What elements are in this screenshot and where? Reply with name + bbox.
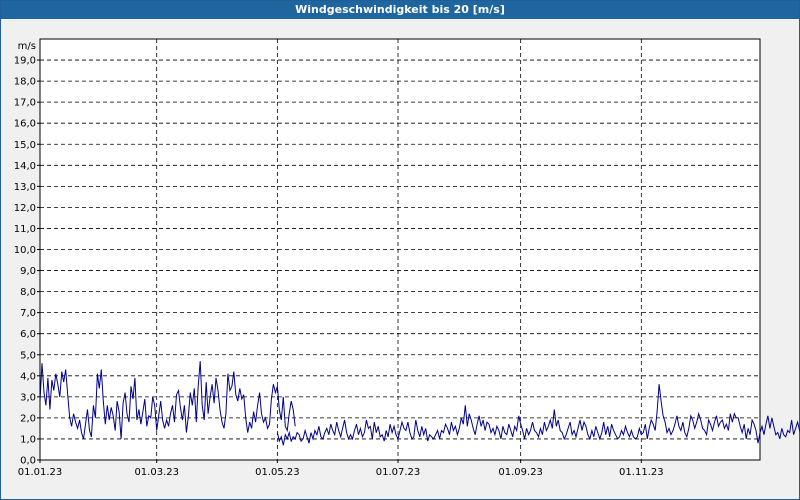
y-tick-label: 13,0 xyxy=(14,182,36,193)
y-tick-label: 11,0 xyxy=(14,224,36,235)
y-tick-label: 0,0 xyxy=(20,456,36,467)
x-tick-label: 01.11.23 xyxy=(619,467,664,478)
y-tick-label: 1,0 xyxy=(20,434,36,445)
y-tick-label: 19,0 xyxy=(14,56,36,67)
x-tick-label: 01.03.23 xyxy=(134,467,179,478)
grid-lines xyxy=(40,39,760,460)
y-tick-label: 6,0 xyxy=(20,329,36,340)
wind-speed-chart: 0,0 1,0 2,0 3,0 4,0 5,0 6,0 7,0 8,0 9,0 10,0 11,0 12… xyxy=(14,38,800,478)
x-tick-label: 01.01.23 xyxy=(18,467,63,478)
x-tick-label: 01.05.23 xyxy=(255,467,300,478)
x-axis: 01.01.23 01.03.23 01.05.23 01.07.23 01.09.23… xyxy=(18,460,664,478)
y-tick-label: 9,0 xyxy=(20,266,36,277)
y-axis-label: m/s xyxy=(18,41,36,52)
y-tick-label: 2,0 xyxy=(20,413,36,424)
y-tick-label: 5,0 xyxy=(20,350,36,361)
y-tick-label: 10,0 xyxy=(14,245,36,256)
y-tick-label: 15,0 xyxy=(14,140,36,151)
x-tick-label: 01.09.23 xyxy=(498,467,543,478)
y-axis: 0,0 1,0 2,0 3,0 4,0 5,0 6,0 7,0 8,0 9,0 10,0 11,0 12… xyxy=(14,56,40,467)
y-tick-label: 12,0 xyxy=(14,203,36,214)
y-tick-label: 14,0 xyxy=(14,161,36,172)
y-tick-label: 7,0 xyxy=(20,308,36,319)
y-tick-label: 16,0 xyxy=(14,119,36,130)
y-tick-label: 18,0 xyxy=(14,77,36,88)
y-tick-label: 4,0 xyxy=(20,371,36,382)
y-tick-label: 17,0 xyxy=(14,98,36,109)
y-tick-label: 3,0 xyxy=(20,392,36,403)
x-tick-label: 01.07.23 xyxy=(376,467,421,478)
y-tick-label: 8,0 xyxy=(20,287,36,298)
